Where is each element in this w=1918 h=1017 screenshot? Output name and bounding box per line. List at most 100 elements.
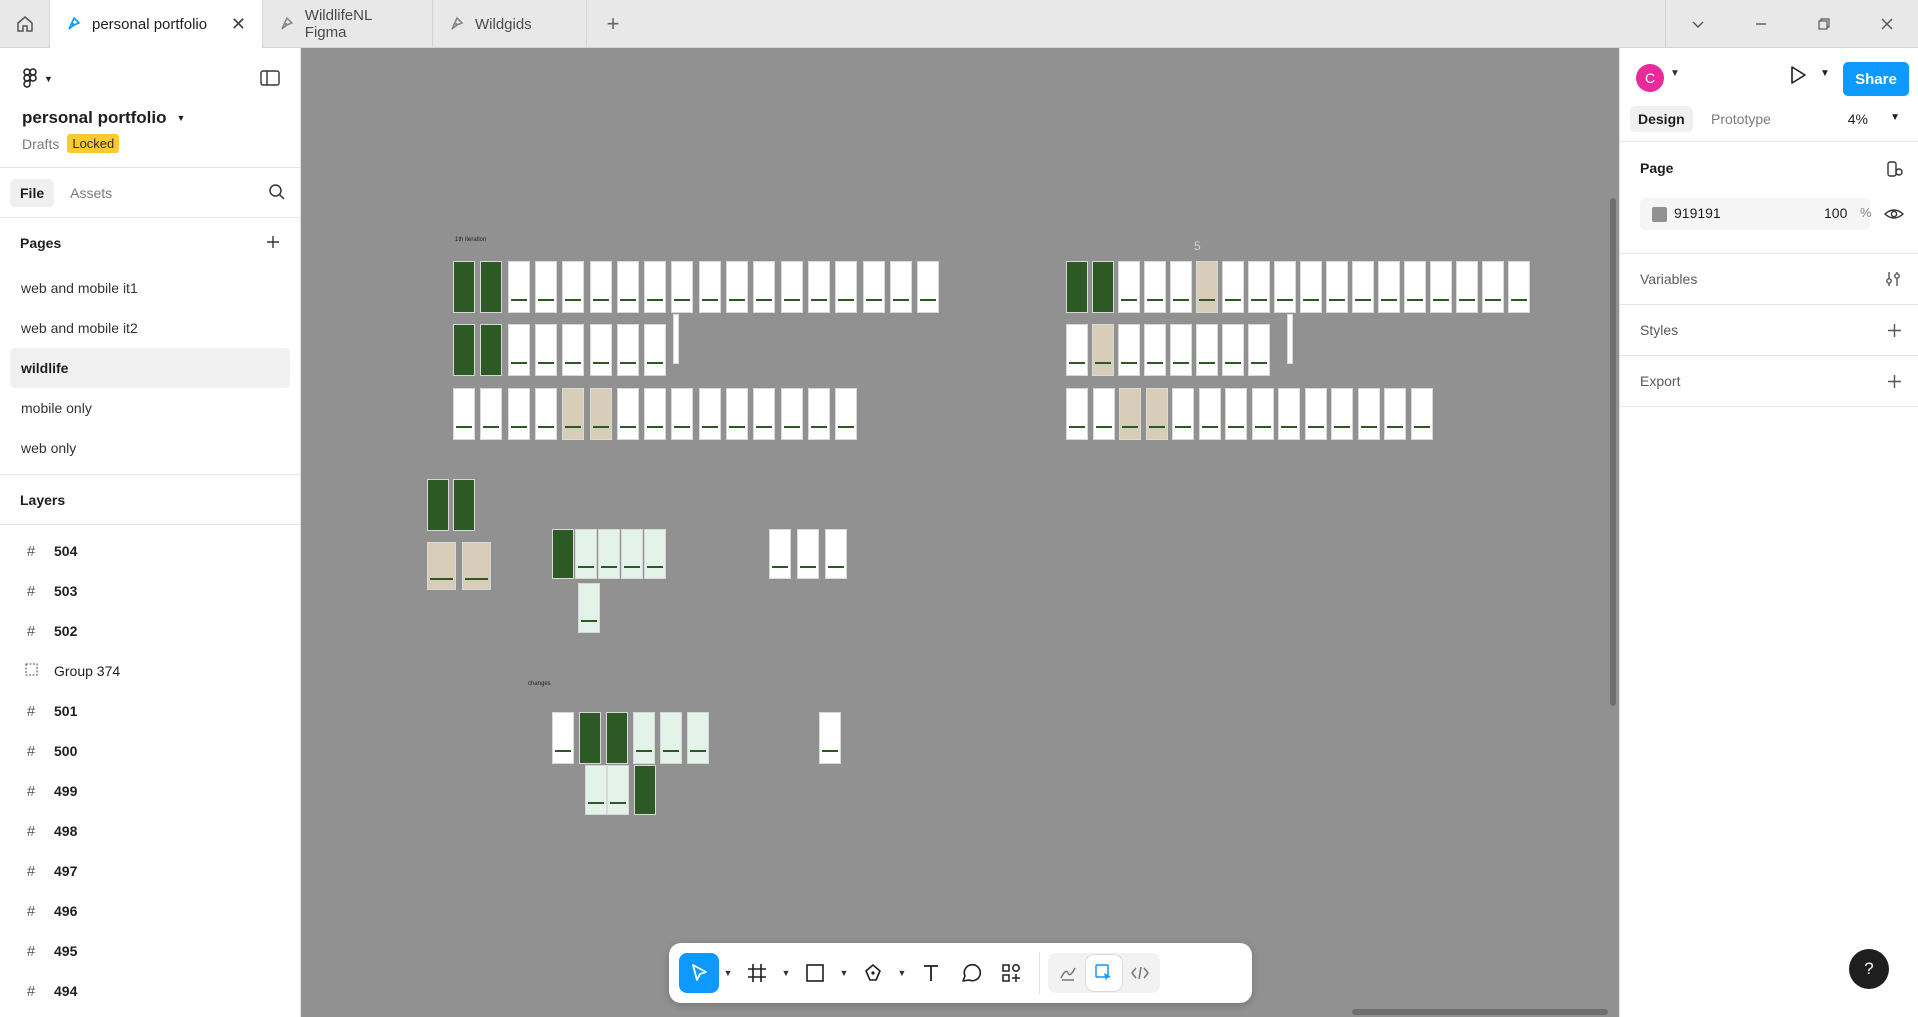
present-button[interactable]: [1788, 64, 1808, 91]
canvas-frame-thumbnail[interactable]: [1278, 388, 1300, 440]
tab-design[interactable]: Design: [1630, 106, 1693, 132]
canvas-frame-thumbnail[interactable]: [1092, 388, 1115, 440]
canvas-frame-thumbnail[interactable]: [480, 261, 503, 313]
tab-wildlifenl-figma[interactable]: WildlifeNL Figma: [263, 0, 433, 48]
toggle-visibility-button[interactable]: [1883, 206, 1905, 227]
chevron-down-icon[interactable]: ▼: [893, 968, 911, 978]
new-tab-button[interactable]: +: [587, 0, 639, 48]
draw-mode-button[interactable]: [1050, 955, 1086, 991]
canvas-frame-thumbnail[interactable]: [427, 479, 449, 531]
canvas-frame-thumbnail[interactable]: [534, 388, 557, 440]
chevron-down-icon[interactable]: ▼: [719, 968, 737, 978]
canvas-frame-thumbnail[interactable]: [562, 324, 585, 376]
layer-row[interactable]: #501: [0, 691, 300, 731]
canvas-frame-thumbnail[interactable]: [1378, 261, 1400, 313]
canvas-frame-thumbnail[interactable]: [1508, 261, 1530, 313]
chevron-down-icon[interactable]: ▼: [835, 968, 853, 978]
canvas-frame-thumbnail[interactable]: [598, 529, 620, 579]
canvas-frame-thumbnail[interactable]: [575, 529, 597, 579]
tab-assets[interactable]: Assets: [60, 179, 122, 207]
canvas-frame-thumbnail[interactable]: [1357, 388, 1380, 440]
canvas-frame-thumbnail[interactable]: [1092, 261, 1114, 313]
text-tool-button[interactable]: [911, 953, 951, 993]
canvas-frame-thumbnail[interactable]: [753, 261, 776, 313]
canvas-frame-thumbnail[interactable]: [1066, 388, 1088, 440]
canvas-frame-thumbnail[interactable]: [1352, 261, 1374, 313]
canvas-frame-thumbnail[interactable]: [462, 542, 491, 590]
canvas-frame-thumbnail[interactable]: [753, 388, 776, 440]
canvas-frame-thumbnail[interactable]: [1251, 388, 1274, 440]
canvas-frame-thumbnail[interactable]: [1287, 314, 1293, 364]
canvas-frame-thumbnail[interactable]: [589, 388, 612, 440]
canvas-frame-thumbnail[interactable]: [825, 529, 847, 579]
canvas-frame-thumbnail[interactable]: [807, 388, 830, 440]
canvas-frame-thumbnail[interactable]: [644, 261, 667, 313]
canvas-frame-thumbnail[interactable]: [552, 712, 574, 764]
page-item[interactable]: web and mobile it2: [10, 308, 290, 348]
layer-row[interactable]: #495: [0, 931, 300, 971]
canvas-frame-thumbnail[interactable]: [1410, 388, 1433, 440]
canvas-frame-thumbnail[interactable]: [607, 765, 629, 815]
canvas-frame-thumbnail[interactable]: [1170, 324, 1192, 376]
canvas-frame-thumbnail[interactable]: [589, 324, 612, 376]
canvas-frame-thumbnail[interactable]: [507, 261, 530, 313]
page-fill-field[interactable]: 919191 100 %: [1640, 198, 1872, 230]
frame-tool-button[interactable]: [737, 953, 777, 993]
canvas-frame-thumbnail[interactable]: [507, 324, 530, 376]
canvas-frame-thumbnail[interactable]: [1225, 388, 1247, 440]
canvas-frame-thumbnail[interactable]: [589, 261, 612, 313]
canvas-frame-thumbnail[interactable]: [889, 261, 912, 313]
canvas-frame-thumbnail[interactable]: [1170, 261, 1192, 313]
file-location[interactable]: Drafts: [22, 136, 59, 152]
canvas-frame-thumbnail[interactable]: [769, 529, 791, 579]
canvas-frame-thumbnail[interactable]: [534, 324, 557, 376]
canvas-frame-thumbnail[interactable]: [453, 324, 475, 376]
canvas-frame-thumbnail[interactable]: [633, 712, 655, 764]
minimize-button[interactable]: [1729, 0, 1792, 48]
canvas-frame-thumbnail[interactable]: [480, 388, 503, 440]
canvas-frame-thumbnail[interactable]: [797, 529, 819, 579]
canvas-frame-thumbnail[interactable]: [835, 261, 858, 313]
vertical-scrollbar[interactable]: [1610, 198, 1616, 706]
canvas-frame-thumbnail[interactable]: [1144, 261, 1166, 313]
canvas-frame-thumbnail[interactable]: [862, 261, 885, 313]
tab-personal-portfolio[interactable]: personal portfolio ✕: [50, 0, 263, 48]
canvas-frame-thumbnail[interactable]: [1326, 261, 1348, 313]
export-settings-button[interactable]: [1886, 160, 1904, 183]
canvas-frame-thumbnail[interactable]: [1118, 324, 1140, 376]
canvas-frame-thumbnail[interactable]: [780, 388, 803, 440]
restore-button[interactable]: [1792, 0, 1855, 48]
home-button[interactable]: [0, 0, 50, 48]
layer-row[interactable]: #494: [0, 971, 300, 1011]
canvas-frame-thumbnail[interactable]: [807, 261, 830, 313]
zoom-level[interactable]: 4%: [1848, 111, 1868, 127]
layer-row[interactable]: #498: [0, 811, 300, 851]
canvas-frame-thumbnail[interactable]: [1066, 261, 1088, 313]
canvas-frame-thumbnail[interactable]: [562, 388, 585, 440]
canvas-frame-thumbnail[interactable]: [606, 712, 628, 764]
canvas-frame-thumbnail[interactable]: [562, 261, 585, 313]
canvas-frame-thumbnail[interactable]: [1092, 324, 1114, 376]
canvas-frame-thumbnail[interactable]: [1145, 388, 1168, 440]
page-item[interactable]: mobile only: [10, 388, 290, 428]
chevron-down-icon[interactable]: ▼: [777, 968, 795, 978]
close-window-button[interactable]: [1855, 0, 1918, 48]
design-canvas[interactable]: 1th iteration changes 5: [302, 48, 1619, 1017]
canvas-frame-thumbnail[interactable]: [585, 765, 607, 815]
canvas-frame-thumbnail[interactable]: [1144, 324, 1166, 376]
fill-hex-value[interactable]: 919191: [1674, 205, 1721, 221]
canvas-frame-thumbnail[interactable]: [1274, 261, 1296, 313]
canvas-frame-thumbnail[interactable]: [644, 529, 666, 579]
tab-wildgids[interactable]: Wildgids: [433, 0, 587, 48]
canvas-frame-thumbnail[interactable]: [1430, 261, 1452, 313]
styles-section[interactable]: Styles: [1620, 305, 1918, 356]
canvas-frame-thumbnail[interactable]: [671, 261, 694, 313]
layer-row[interactable]: #504: [0, 531, 300, 571]
canvas-frame-thumbnail[interactable]: [644, 388, 667, 440]
canvas-frame-thumbnail[interactable]: [453, 479, 475, 531]
assets-tool-button[interactable]: [991, 953, 1031, 993]
design-mode-button[interactable]: [1086, 955, 1122, 991]
canvas-frame-thumbnail[interactable]: [1222, 324, 1244, 376]
canvas-frame-thumbnail[interactable]: [1482, 261, 1504, 313]
chevron-down-icon[interactable]: ▼: [1890, 112, 1900, 123]
